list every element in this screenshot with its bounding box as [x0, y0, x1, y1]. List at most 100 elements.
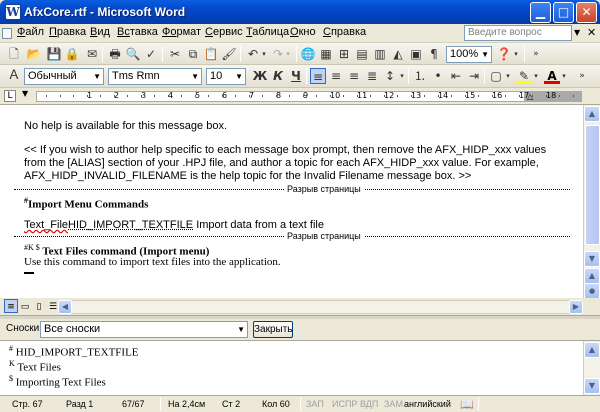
- highlight-dropdown-icon[interactable]: ▾: [532, 68, 540, 84]
- numbering-icon[interactable]: ⒈: [412, 68, 428, 84]
- footnote-scroll-down-icon[interactable]: ▼: [584, 378, 600, 394]
- word-app-icon[interactable]: W: [5, 4, 21, 20]
- copy-icon[interactable]: ⧉: [185, 46, 201, 62]
- font-size-dropdown-icon[interactable]: ▼: [235, 69, 243, 84]
- help-dropdown-icon[interactable]: ▾: [512, 46, 520, 62]
- underline-button[interactable]: Ч: [288, 68, 304, 84]
- normal-view-icon[interactable]: ≡: [4, 299, 18, 313]
- menu-edit[interactable]: Правка: [49, 26, 86, 41]
- font-size-select[interactable]: 10 ▼: [206, 68, 246, 85]
- styles-icon[interactable]: Ａ: [6, 68, 22, 84]
- zoom-select[interactable]: 100% ▼: [446, 46, 492, 63]
- open-folder-icon[interactable]: 📂: [26, 46, 42, 62]
- document-area[interactable]: No help is available for this message bo…: [0, 105, 583, 298]
- footnote-scroll-up-icon[interactable]: ▲: [584, 342, 600, 358]
- menu-format[interactable]: Формат: [162, 26, 201, 41]
- scroll-down-icon[interactable]: ▼: [584, 251, 600, 267]
- vertical-scrollbar[interactable]: ▲ ▼ ▲ ● ▼: [583, 105, 600, 315]
- bold-button[interactable]: Ж: [252, 68, 268, 84]
- toolbar-options-icon[interactable]: »: [574, 68, 590, 84]
- select-browse-object-icon[interactable]: ●: [584, 283, 600, 299]
- status-ext[interactable]: ВДП: [360, 398, 378, 411]
- scroll-up-icon[interactable]: ▲: [584, 106, 600, 122]
- scroll-thumb[interactable]: [585, 125, 600, 245]
- minimize-button[interactable]: ▁: [530, 2, 551, 23]
- align-center-icon[interactable]: ≡: [328, 68, 344, 84]
- style-select[interactable]: Обычный ▼: [24, 68, 104, 85]
- align-left-icon[interactable]: ≡: [310, 68, 326, 84]
- font-color-icon[interactable]: A: [544, 68, 560, 84]
- document-icon[interactable]: [2, 28, 12, 39]
- redo-dropdown-icon[interactable]: ▾: [284, 46, 292, 62]
- print-layout-icon[interactable]: ▯: [32, 299, 46, 313]
- borders-dropdown-icon[interactable]: ▾: [504, 68, 512, 84]
- menu-help[interactable]: Справка: [323, 26, 366, 41]
- text-file-link[interactable]: Text_File: [24, 219, 68, 231]
- menu-view[interactable]: Вид: [90, 26, 110, 41]
- highlight-icon[interactable]: ✎: [516, 68, 532, 84]
- justify-icon[interactable]: ≣: [364, 68, 380, 84]
- footnote-pane[interactable]: # HID_IMPORT_TEXTFILE K Text Files $ Imp…: [0, 341, 583, 395]
- title-bar[interactable]: W AfxCore.rtf - Microsoft Word ▁ □ ✕: [0, 0, 600, 24]
- insert-table-icon[interactable]: ⊞: [336, 46, 352, 62]
- hyperlink-icon[interactable]: 🌐: [300, 46, 316, 62]
- style-dropdown-icon[interactable]: ▼: [93, 69, 101, 84]
- scroll-right-icon[interactable]: ▶: [569, 300, 583, 314]
- help-icon[interactable]: ❓: [496, 46, 512, 62]
- drawing-icon[interactable]: ◭: [390, 46, 406, 62]
- footnote-scrollbar[interactable]: ▲ ▼: [583, 341, 600, 395]
- insert-excel-icon[interactable]: ▤: [354, 46, 370, 62]
- status-rec[interactable]: ЗАП: [306, 398, 324, 411]
- borders-icon[interactable]: ▢: [488, 68, 504, 84]
- align-right-icon[interactable]: ≡: [346, 68, 362, 84]
- print-icon[interactable]: 🖶: [107, 46, 123, 62]
- menu-window[interactable]: Окно: [290, 26, 316, 41]
- increase-indent-icon[interactable]: ⇥: [466, 68, 482, 84]
- document-close-icon[interactable]: ✕: [587, 26, 596, 39]
- previous-page-icon[interactable]: ▲: [584, 268, 600, 284]
- permission-icon[interactable]: 🔒: [64, 46, 80, 62]
- tab-selector-icon[interactable]: L: [4, 90, 16, 102]
- cut-icon[interactable]: ✂: [167, 46, 183, 62]
- print-preview-icon[interactable]: 🔍: [125, 46, 141, 62]
- font-color-dropdown-icon[interactable]: ▾: [560, 68, 568, 84]
- scroll-left-icon[interactable]: ◀: [58, 300, 72, 314]
- undo-icon[interactable]: ↶: [245, 46, 261, 62]
- toolbar-options-icon[interactable]: »: [528, 46, 544, 62]
- format-painter-icon[interactable]: 🖌: [221, 46, 237, 62]
- new-document-icon[interactable]: 🗋: [6, 46, 22, 62]
- web-layout-icon[interactable]: ▭: [18, 299, 32, 313]
- font-dropdown-icon[interactable]: ▼: [191, 69, 199, 84]
- tables-borders-icon[interactable]: ▦: [318, 46, 334, 62]
- columns-icon[interactable]: ▥: [372, 46, 388, 62]
- spelling-status-icon[interactable]: 📖: [460, 398, 474, 411]
- undo-dropdown-icon[interactable]: ▾: [260, 46, 268, 62]
- menu-insert[interactable]: Вставка: [117, 26, 158, 41]
- show-hide-icon[interactable]: ¶: [426, 46, 442, 62]
- footnotes-dropdown-icon[interactable]: ▼: [237, 322, 245, 337]
- line-spacing-icon[interactable]: ↕: [382, 68, 398, 84]
- document-map-icon[interactable]: ▣: [408, 46, 424, 62]
- first-line-indent-marker[interactable]: ▼: [22, 89, 28, 98]
- font-select[interactable]: Tms Rmn ▼: [108, 68, 202, 85]
- line-spacing-dropdown-icon[interactable]: ▾: [398, 68, 406, 84]
- menu-tools[interactable]: Сервис: [205, 26, 243, 41]
- menu-table[interactable]: Таблица: [246, 26, 289, 41]
- status-trk[interactable]: ИСПР: [332, 398, 357, 411]
- save-icon[interactable]: 💾: [46, 46, 62, 62]
- right-indent-marker[interactable]: △: [527, 92, 533, 101]
- decrease-indent-icon[interactable]: ⇤: [448, 68, 464, 84]
- maximize-button[interactable]: □: [553, 2, 574, 23]
- footnotes-select[interactable]: Все сноски ▼: [40, 321, 248, 338]
- spelling-icon[interactable]: ✓: [143, 46, 159, 62]
- help-search-input[interactable]: Введите вопрос: [464, 25, 572, 41]
- close-footnotes-button[interactable]: Закрыть: [253, 321, 293, 338]
- help-dropdown-icon[interactable]: ▼: [574, 28, 580, 37]
- zoom-dropdown-icon[interactable]: ▼: [481, 47, 489, 62]
- italic-button[interactable]: К: [270, 68, 286, 84]
- email-icon[interactable]: ✉: [84, 46, 100, 62]
- bullets-icon[interactable]: •: [430, 68, 446, 84]
- horizontal-scrollbar[interactable]: ◀ ▶: [58, 300, 583, 314]
- status-ovr[interactable]: ЗАМ: [384, 398, 403, 411]
- close-button[interactable]: ✕: [576, 2, 597, 23]
